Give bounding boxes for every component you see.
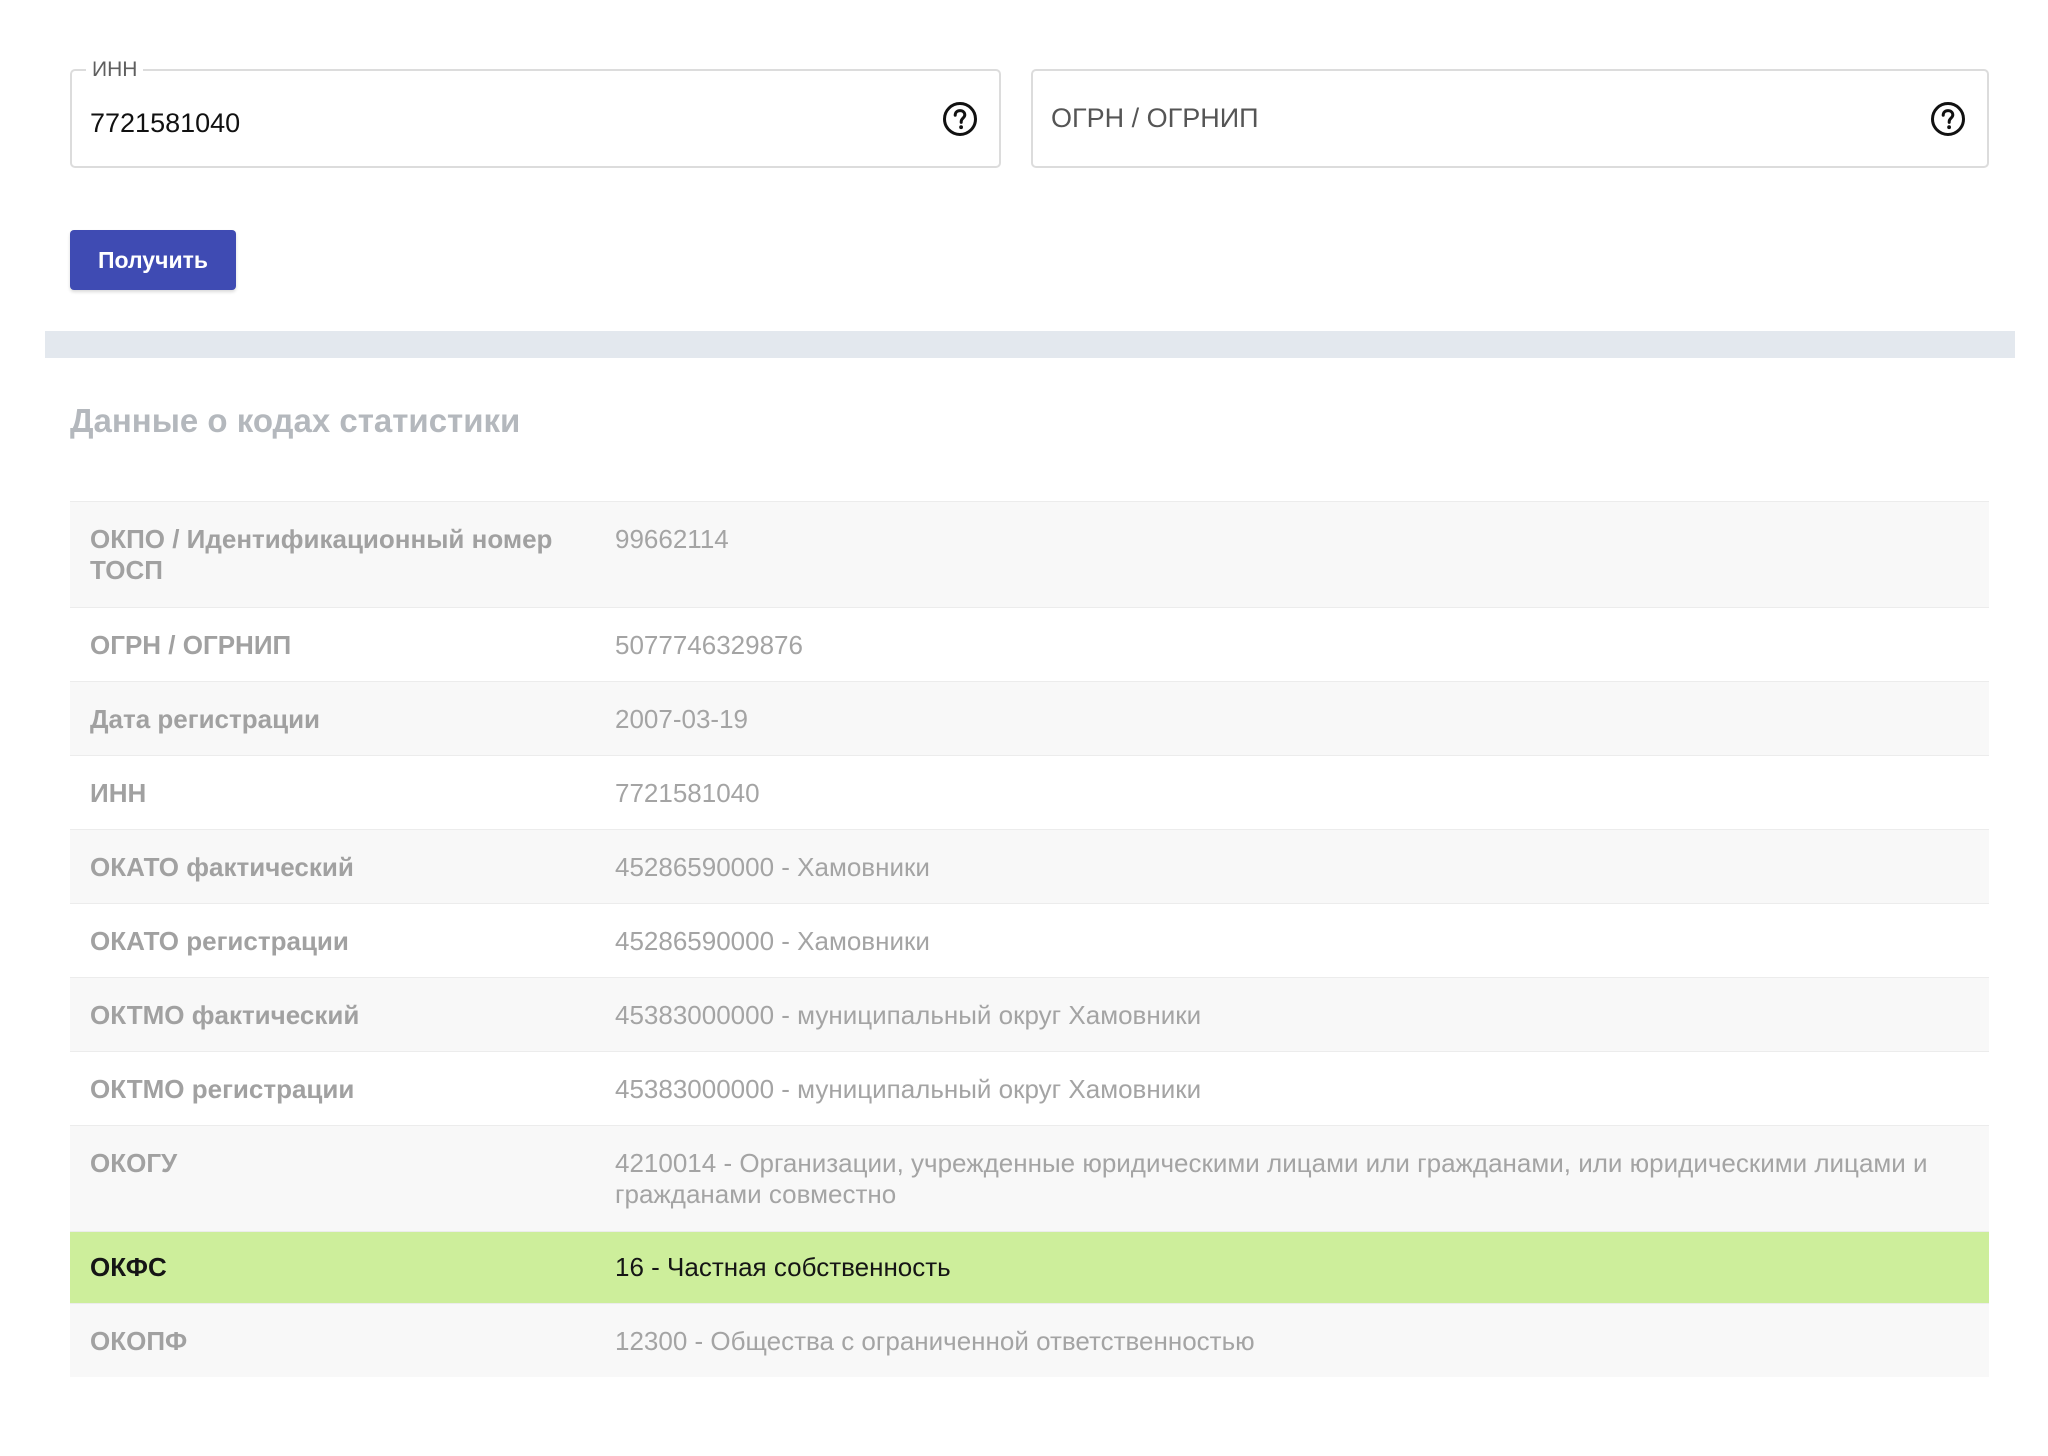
question-circle-icon[interactable] — [1930, 101, 1966, 137]
stats-label: ОКАТО фактический — [90, 852, 354, 882]
stats-row-okpo: ОКПО / Идентификационный номер ТОСП 9966… — [70, 501, 1989, 607]
stats-row-okato-registration: ОКАТО регистрации 45286590000 - Хамовник… — [70, 903, 1989, 977]
stats-value: 99662114 — [615, 524, 729, 554]
stats-value: 12300 - Общества с ограниченной ответств… — [615, 1326, 1255, 1356]
stats-table: ОКПО / Идентификационный номер ТОСП 9966… — [70, 501, 1989, 1377]
stats-label: ОКОПФ — [90, 1326, 188, 1356]
stats-label: ИНН — [90, 778, 147, 808]
stats-label: Дата регистрации — [90, 704, 321, 734]
stats-value: 16 - Частная собственность — [615, 1252, 951, 1282]
stats-value: 2007-03-19 — [615, 704, 748, 734]
stats-label: ОКФС — [90, 1252, 167, 1282]
get-button[interactable]: Получить — [70, 230, 236, 290]
section-divider — [45, 331, 2015, 358]
inn-field[interactable]: ИНН — [70, 58, 1001, 168]
ogrn-field[interactable] — [1031, 69, 1989, 168]
stats-value: 45383000000 - муниципальный округ Хамовн… — [615, 1000, 1202, 1030]
stats-row-oktmo-actual: ОКТМО фактический 45383000000 - муниципа… — [70, 977, 1989, 1051]
question-circle-icon[interactable] — [942, 101, 978, 137]
stats-label: ОКОГУ — [90, 1148, 178, 1178]
stats-row-okopf: ОКОПФ 12300 - Общества с ограниченной от… — [70, 1303, 1989, 1377]
stats-row-inn: ИНН 7721581040 — [70, 755, 1989, 829]
inn-input[interactable] — [90, 71, 907, 166]
stats-row-oktmo-registration: ОКТМО регистрации 45383000000 - муниципа… — [70, 1051, 1989, 1125]
stats-label: ОКТМО регистрации — [90, 1074, 355, 1104]
stats-value: 7721581040 — [615, 778, 760, 808]
stats-value: 45286590000 - Хамовники — [615, 852, 930, 882]
stats-value: 45383000000 - муниципальный округ Хамовн… — [615, 1074, 1202, 1104]
stats-label: ОКАТО регистрации — [90, 926, 349, 956]
stats-label: ОГРН / ОГРНИП — [90, 630, 292, 660]
stats-row-okato-actual: ОКАТО фактический 45286590000 - Хамовник… — [70, 829, 1989, 903]
stats-value: 5077746329876 — [615, 630, 803, 660]
stats-label: ОКТМО фактический — [90, 1000, 360, 1030]
section-title: Данные о кодах статистики — [70, 402, 521, 439]
stats-label: ОКПО / Идентификационный номер ТОСП — [90, 524, 553, 585]
ogrn-input[interactable] — [1051, 71, 1895, 166]
stats-row-okogu: ОКОГУ 4210014 - Организации, учрежденные… — [70, 1125, 1989, 1231]
stats-row-ogrn: ОГРН / ОГРНИП 5077746329876 — [70, 607, 1989, 681]
stats-row-registration-date: Дата регистрации 2007-03-19 — [70, 681, 1989, 755]
stats-value: 4210014 - Организации, учрежденные юриди… — [615, 1148, 1928, 1209]
stats-value: 45286590000 - Хамовники — [615, 926, 930, 956]
stats-row-okfs: ОКФС 16 - Частная собственность — [70, 1231, 1989, 1303]
